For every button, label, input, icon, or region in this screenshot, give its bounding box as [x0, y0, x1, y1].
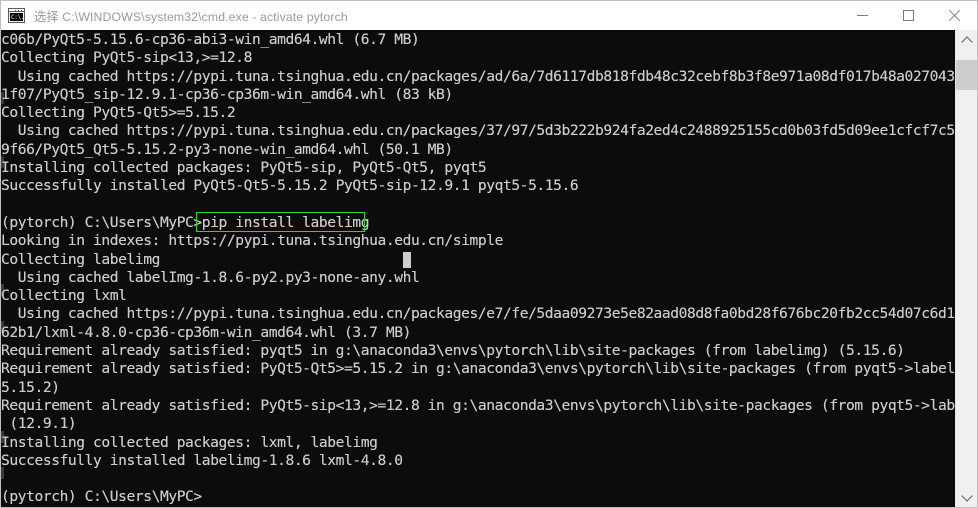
close-button[interactable]: [931, 1, 977, 30]
console-body: c06b/PyQt5-5.15.6-cp36-abi3-win_amd64.wh…: [1, 30, 977, 507]
terminal-text: c06b/PyQt5-5.15.6-cp36-abi3-win_amd64.wh…: [1, 31, 955, 506]
vertical-scrollbar[interactable]: [955, 30, 977, 507]
scroll-down-arrow[interactable]: [956, 487, 977, 507]
scroll-thumb[interactable]: [956, 60, 977, 90]
cmd-window: C:\. 选择 C:\WINDOWS\system32\cmd.exe - ac…: [0, 0, 978, 508]
maximize-icon: [902, 10, 914, 21]
cmd-icon-text: C:\.: [10, 13, 25, 21]
minimize-button[interactable]: [839, 1, 885, 30]
minimize-icon: [856, 15, 868, 16]
window-title: 选择 C:\WINDOWS\system32\cmd.exe - activat…: [34, 9, 348, 24]
window-controls: [839, 1, 977, 30]
close-icon: [948, 10, 960, 22]
terminal-output-area[interactable]: c06b/PyQt5-5.15.6-cp36-abi3-win_amd64.wh…: [1, 30, 955, 507]
chevron-up-icon: [960, 35, 973, 48]
maximize-button[interactable]: [885, 1, 931, 30]
terminal-cursor: [403, 251, 412, 268]
cmd-exe-icon: C:\.: [8, 8, 25, 23]
scroll-up-arrow[interactable]: [956, 30, 977, 50]
chevron-down-icon: [960, 489, 973, 502]
title-bar[interactable]: C:\. 选择 C:\WINDOWS\system32\cmd.exe - ac…: [1, 1, 977, 30]
scrollbar-track[interactable]: [956, 50, 977, 487]
